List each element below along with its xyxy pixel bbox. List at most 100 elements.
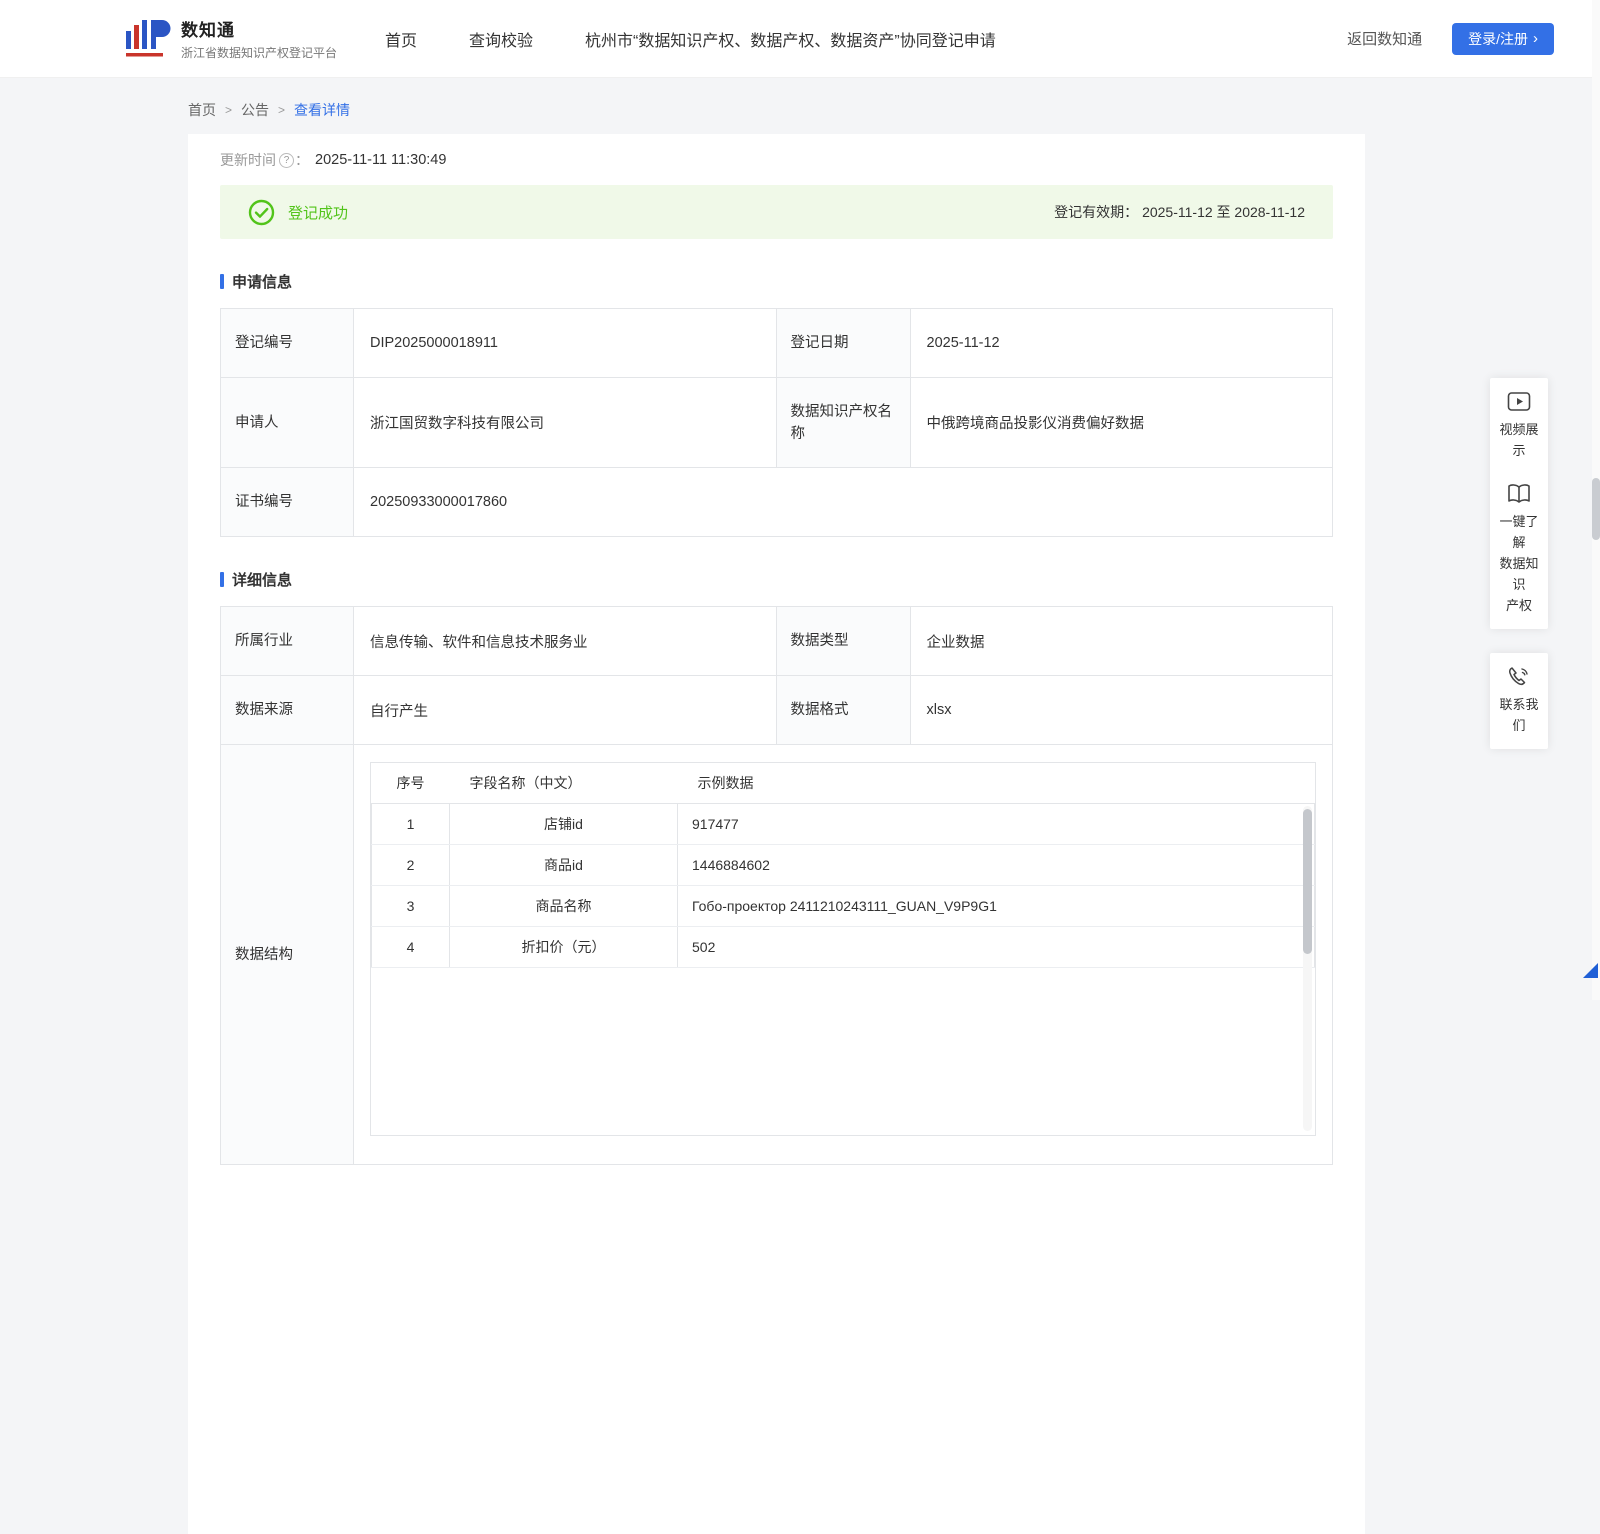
field-value: xlsx: [909, 675, 1333, 745]
breadcrumb-separator: >: [225, 103, 233, 117]
table-header-row: 序号 字段名称（中文） 示例数据: [371, 763, 1315, 804]
section-bar-icon: [220, 572, 224, 587]
cell-field-name: 商品id: [449, 843, 678, 886]
nav-hangzhou-joint-registration[interactable]: 杭州市“数据知识产权、数据产权、数据资产”协同登记申请: [585, 27, 996, 51]
field-label: 证书编号: [220, 467, 354, 537]
cell-index: 3: [371, 884, 450, 927]
table-row: 登记编号 DIP2025000018911 登记日期 2025-11-12: [220, 308, 1333, 378]
logo-icon: [125, 19, 171, 59]
inner-scrollbar-thumb[interactable]: [1303, 809, 1312, 954]
breadcrumb-home[interactable]: 首页: [188, 100, 216, 120]
field-label: 所属行业: [220, 606, 354, 676]
one-click-guide-button[interactable]: 一键了解 数据知识 产权: [1494, 483, 1544, 616]
update-time-colon: ：: [295, 152, 309, 168]
contact-us-label: 联系我们: [1499, 697, 1539, 733]
header-right: 返回数知通 登录/注册 ›: [1347, 22, 1554, 55]
section-title-detail-info: 详细信息: [220, 569, 1333, 590]
back-to-portal-link[interactable]: 返回数知通: [1347, 28, 1422, 49]
status-text: 登记成功: [288, 204, 349, 222]
header: 数知通 浙江省数据知识产权登记平台 首页 查询校验 杭州市“数据知识产权、数据产…: [0, 0, 1600, 78]
logo-title: 数知通: [181, 21, 235, 40]
column-header: 示例数据: [677, 763, 1315, 804]
data-structure-cell: 序号 字段名称（中文） 示例数据 1 店铺id 917477 2 商品id 14…: [353, 744, 1333, 1165]
cell-sample-data: 1446884602: [677, 843, 1315, 886]
breadcrumb-separator: >: [278, 103, 286, 117]
apply-info-table: 登记编号 DIP2025000018911 登记日期 2025-11-12 申请…: [220, 308, 1333, 537]
cell-field-name: 店铺id: [449, 802, 678, 845]
phone-icon: [1507, 666, 1531, 688]
chevron-right-icon: ›: [1533, 30, 1538, 47]
cell-field-name: 折扣价（元）: [449, 925, 678, 968]
table-row: 数据来源 自行产生 数据格式 xlsx: [220, 675, 1333, 745]
field-value: DIP2025000018911: [353, 308, 777, 378]
column-header: 序号: [371, 763, 450, 804]
table-row: 申请人 浙江国贸数字科技有限公司 数据知识产权名称 中俄跨境商品投影仪消费偏好数…: [220, 377, 1333, 468]
cell-index: 2: [371, 843, 450, 886]
scroll-corner-badge: [1583, 963, 1598, 978]
float-box-top: 视频展示 一键了解 数据知识 产权: [1490, 378, 1548, 629]
logo-subtitle: 浙江省数据知识产权登记平台: [181, 46, 338, 60]
section-title-text: 详细信息: [232, 572, 293, 589]
data-structure-table-container: 序号 字段名称（中文） 示例数据 1 店铺id 917477 2 商品id 14…: [370, 762, 1316, 1136]
field-label: 数据知识产权名称: [775, 377, 911, 468]
field-value: 企业数据: [909, 606, 1333, 676]
cell-sample-data: Гобо-проектор 2411210243111_GUAN_V9P9G1: [677, 884, 1315, 927]
cell-index: 4: [371, 925, 450, 968]
float-box-bottom: 联系我们: [1490, 653, 1548, 749]
data-structure-table: 序号 字段名称（中文） 示例数据 1 店铺id 917477 2 商品id 14…: [371, 763, 1315, 968]
table-row: 1 店铺id 917477: [371, 802, 1315, 845]
table-row: 4 折扣价（元） 502: [371, 925, 1315, 968]
validity-period: 登记有效期： 2025-11-12 至 2028-11-12: [1054, 202, 1305, 222]
cell-field-name: 商品名称: [449, 884, 678, 927]
field-label: 登记编号: [220, 308, 354, 378]
login-register-button[interactable]: 登录/注册 ›: [1452, 22, 1554, 55]
update-time-row: 更新时间 ? ： 2025-11-11 11:30:49: [220, 150, 1333, 170]
field-label: 数据来源: [220, 675, 354, 745]
field-value: 中俄跨境商品投影仪消费偏好数据: [909, 377, 1333, 468]
main-nav: 首页 查询校验 杭州市“数据知识产权、数据产权、数据资产”协同登记申请: [385, 27, 996, 51]
column-header: 字段名称（中文）: [449, 763, 678, 804]
breadcrumb: 首页 > 公告 > 查看详情: [0, 78, 1600, 120]
detail-card: 更新时间 ? ： 2025-11-11 11:30:49 登记成功 登记有效期：…: [188, 134, 1365, 1534]
update-time-value: 2025-11-11 11:30:49: [315, 152, 447, 168]
logo[interactable]: 数知通 浙江省数据知识产权登记平台: [125, 16, 337, 61]
breadcrumb-announcements[interactable]: 公告: [241, 100, 269, 120]
table-row: 数据结构 序号 字段名称（中文） 示例数据 1 店铺id 917477 2 商品…: [220, 744, 1333, 1165]
video-display-button[interactable]: 视频展示: [1494, 391, 1544, 461]
nav-home[interactable]: 首页: [385, 27, 417, 51]
book-icon: [1507, 483, 1531, 505]
table-row: 3 商品名称 Гобо-проектор 2411210243111_GUAN_…: [371, 884, 1315, 927]
field-label: 申请人: [220, 377, 354, 468]
field-label: 数据格式: [775, 675, 911, 745]
cell-sample-data: 502: [677, 925, 1315, 968]
help-icon[interactable]: ?: [279, 152, 294, 168]
contact-us-button[interactable]: 联系我们: [1494, 666, 1544, 736]
table-row: 所属行业 信息传输、软件和信息技术服务业 数据类型 企业数据: [220, 606, 1333, 676]
field-value: 浙江国贸数字科技有限公司: [353, 377, 777, 468]
field-value: 20250933000017860: [353, 467, 1333, 537]
field-value: 自行产生: [353, 675, 777, 745]
field-label: 数据类型: [775, 606, 911, 676]
section-title-apply-info: 申请信息: [220, 271, 1333, 292]
validity-value: 2025-11-12 至 2028-11-12: [1142, 204, 1305, 220]
table-row: 2 商品id 1446884602: [371, 843, 1315, 886]
table-row: 证书编号 20250933000017860: [220, 467, 1333, 537]
nav-query-verify[interactable]: 查询校验: [469, 27, 533, 51]
floating-side-panel: 视频展示 一键了解 数据知识 产权 联系我们: [1490, 378, 1548, 749]
validity-label: 登记有效期：: [1054, 204, 1139, 220]
login-register-label: 登录/注册: [1468, 30, 1528, 47]
status-banner: 登记成功 登记有效期： 2025-11-12 至 2028-11-12: [220, 185, 1333, 239]
field-label: 登记日期: [775, 308, 911, 378]
update-time-label: 更新时间: [220, 152, 276, 168]
one-click-guide-label: 一键了解 数据知识 产权: [1499, 514, 1539, 613]
success-check-icon: [248, 199, 275, 226]
field-value: 2025-11-12: [909, 308, 1333, 378]
section-title-text: 申请信息: [232, 274, 293, 291]
cell-index: 1: [371, 802, 450, 845]
breadcrumb-current: 查看详情: [294, 102, 351, 118]
page-scrollbar-thumb[interactable]: [1592, 478, 1600, 540]
field-value: 信息传输、软件和信息技术服务业: [353, 606, 777, 676]
field-label: 数据结构: [220, 744, 354, 1165]
video-icon: [1507, 391, 1531, 413]
video-display-label: 视频展示: [1499, 422, 1539, 458]
